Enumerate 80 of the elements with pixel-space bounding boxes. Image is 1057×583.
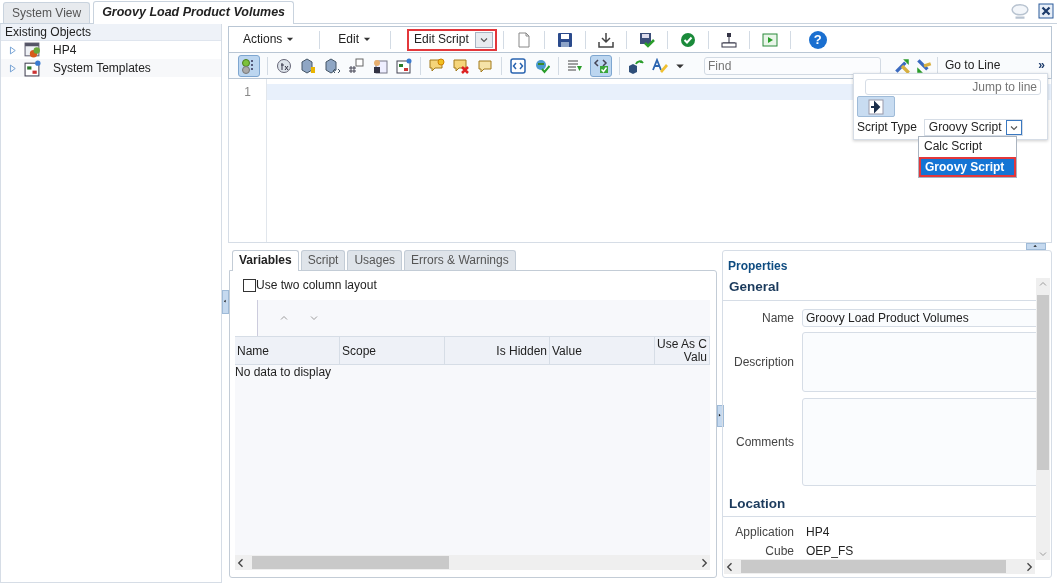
menu-button[interactable]: Actions [237, 30, 302, 49]
code-check-icon [593, 57, 609, 74]
scrollbar-thumb[interactable] [1037, 295, 1049, 470]
close-icon[interactable] [1038, 2, 1054, 19]
play-icon[interactable] [761, 31, 778, 48]
script-type-label: Script Type [857, 120, 917, 135]
tab[interactable]: Script [300, 250, 346, 270]
sidebar-header: Existing Objects [1, 24, 221, 42]
expand-toggle-icon[interactable] [7, 62, 18, 74]
text-style-icon[interactable] [652, 57, 668, 74]
name-field[interactable]: Groovy Load Product Volumes [802, 308, 1039, 327]
panel-title: Properties [727, 258, 789, 275]
check-circle-icon[interactable] [679, 31, 696, 48]
collapse-handle[interactable] [717, 405, 724, 427]
cube-icon[interactable] [300, 57, 316, 74]
tab[interactable]: Errors & Warnings [404, 250, 516, 270]
dropdown-button[interactable] [474, 31, 493, 48]
line-number: 1 [243, 85, 252, 100]
go-to-line-button[interactable]: Go to Line [945, 58, 1001, 73]
save-icon[interactable] [556, 31, 573, 48]
field-label: Description [732, 354, 794, 370]
cube-code-icon[interactable] [324, 57, 340, 74]
expand-toggle-icon[interactable] [7, 44, 18, 56]
hierarchy-icon[interactable] [720, 31, 737, 48]
scrollbar-thumb[interactable] [252, 556, 449, 570]
person-document-icon[interactable] [372, 57, 388, 74]
toggle-button[interactable] [590, 54, 612, 77]
overflow-button[interactable]: » [1038, 58, 1045, 73]
go-button[interactable] [857, 96, 895, 117]
function-icon[interactable] [276, 57, 292, 74]
template-icon[interactable] [396, 57, 412, 74]
horizontal-scrollbar[interactable] [235, 555, 710, 571]
tab[interactable]: Variables [232, 250, 299, 271]
field-label: Application [734, 525, 794, 540]
column-header[interactable]: Scope [340, 337, 445, 365]
scrollbar-thumb[interactable] [741, 560, 1006, 573]
cube-refresh-icon[interactable] [628, 57, 644, 74]
find-field[interactable]: Find [704, 56, 881, 75]
help-button[interactable]: ? [808, 30, 827, 49]
find-previous-icon[interactable] [915, 56, 933, 75]
mode-dropdown[interactable]: Edit Script [407, 28, 497, 51]
save-check-icon[interactable] [638, 31, 655, 48]
hash-icon[interactable] [348, 57, 364, 74]
list-arrow-icon[interactable] [567, 57, 583, 74]
collapse-handle[interactable] [222, 290, 229, 314]
comment-delete-icon[interactable] [453, 57, 469, 74]
field-label: Cube [764, 543, 794, 558]
toggle-button[interactable] [238, 54, 260, 77]
column-header[interactable]: Is Hidden [445, 337, 550, 365]
tree-item[interactable]: HP4 [53, 43, 77, 58]
field-value: HP4 [806, 525, 830, 540]
arrow-right-icon [868, 98, 884, 115]
comment-add-icon[interactable] [429, 57, 445, 74]
field-value: OEP_FS [806, 543, 854, 558]
collapse-handle[interactable] [1026, 243, 1046, 250]
checkbox[interactable] [243, 278, 256, 292]
checkbox-label[interactable]: Use two column layout [256, 278, 377, 293]
column-header[interactable]: Value [550, 337, 655, 365]
dropdown-option[interactable]: Groovy Script [919, 157, 1016, 177]
horizontal-scrollbar[interactable] [724, 559, 1035, 574]
menu-button[interactable]: Edit [332, 30, 379, 49]
code-brackets-icon[interactable] [510, 57, 526, 74]
vertical-scrollbar[interactable] [1036, 278, 1050, 560]
script-type-dropdown[interactable]: Groovy Script [923, 119, 1023, 136]
application-icon [24, 41, 41, 59]
dropdown-option[interactable]: Calc Script [919, 137, 1016, 157]
find-next-icon[interactable] [893, 56, 911, 75]
jump-to-line-field[interactable]: Jump to line [865, 79, 1041, 95]
download-icon[interactable] [597, 31, 614, 48]
new-document-icon[interactable] [515, 31, 532, 48]
empty-message: No data to display [235, 365, 333, 380]
comment-icon[interactable] [477, 57, 493, 74]
field-label: Name [761, 310, 794, 325]
tab[interactable]: System View [3, 1, 91, 23]
tab[interactable]: Usages [347, 250, 403, 270]
column-header[interactable]: Name [235, 337, 340, 365]
field-label: Comments [735, 434, 794, 450]
tab[interactable]: Groovy Load Product Volumes [93, 1, 295, 24]
globe-check-icon[interactable] [534, 57, 550, 74]
column-header[interactable]: Use As C Valu [655, 337, 710, 365]
